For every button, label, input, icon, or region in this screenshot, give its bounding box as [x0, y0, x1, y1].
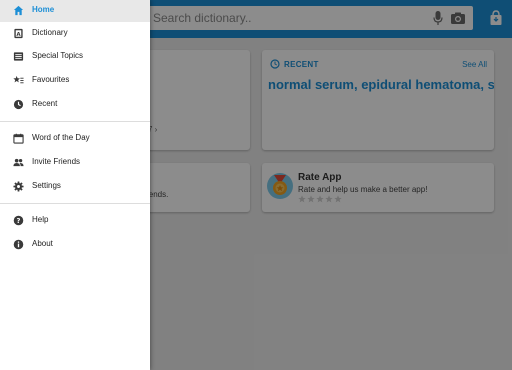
clock-icon — [13, 99, 24, 110]
drawer-item-label: Invite Friends — [32, 157, 81, 166]
svg-text:A: A — [16, 32, 21, 38]
drawer-item-label: Favourites — [32, 75, 70, 84]
drawer-item-label: Recent — [32, 99, 58, 108]
drawer-item-dictionary[interactable]: A Dictionary — [0, 23, 150, 45]
dictionary-icon: A — [14, 28, 23, 39]
drawer-item-special-topics[interactable]: Special Topics — [0, 46, 150, 68]
svg-text:?: ? — [17, 217, 21, 225]
special-topics-icon — [13, 52, 24, 61]
drawer-item-label: Dictionary — [32, 28, 68, 37]
drawer-item-label: Help — [32, 215, 49, 224]
drawer-item-recent[interactable]: Recent — [0, 94, 150, 116]
drawer-item-settings[interactable]: Settings — [0, 176, 150, 198]
drawer-divider — [0, 121, 150, 122]
drawer-item-word-of-the-day[interactable]: Word of the Day — [0, 128, 150, 150]
help-icon: ? — [13, 215, 24, 226]
drawer-item-label: Home — [32, 5, 55, 14]
drawer-item-favourites[interactable]: Favourites — [0, 70, 150, 92]
people-icon — [13, 158, 24, 167]
home-icon — [13, 5, 24, 16]
navigation-drawer: Home A Dictionary Special Topics Favouri… — [0, 0, 150, 370]
drawer-item-about[interactable]: About — [0, 234, 150, 256]
info-icon — [13, 239, 24, 250]
drawer-item-home[interactable]: Home — [0, 0, 150, 22]
favourites-icon — [13, 75, 24, 84]
drawer-item-label: About — [32, 239, 53, 248]
drawer-item-label: Word of the Day — [32, 133, 90, 142]
calendar-icon — [13, 133, 24, 144]
drawer-item-label: Special Topics — [32, 51, 83, 60]
drawer-divider — [0, 203, 150, 204]
drawer-item-help[interactable]: ? Help — [0, 210, 150, 232]
drawer-item-label: Settings — [32, 181, 61, 190]
gear-icon — [13, 181, 24, 192]
drawer-item-invite-friends[interactable]: Invite Friends — [0, 152, 150, 174]
